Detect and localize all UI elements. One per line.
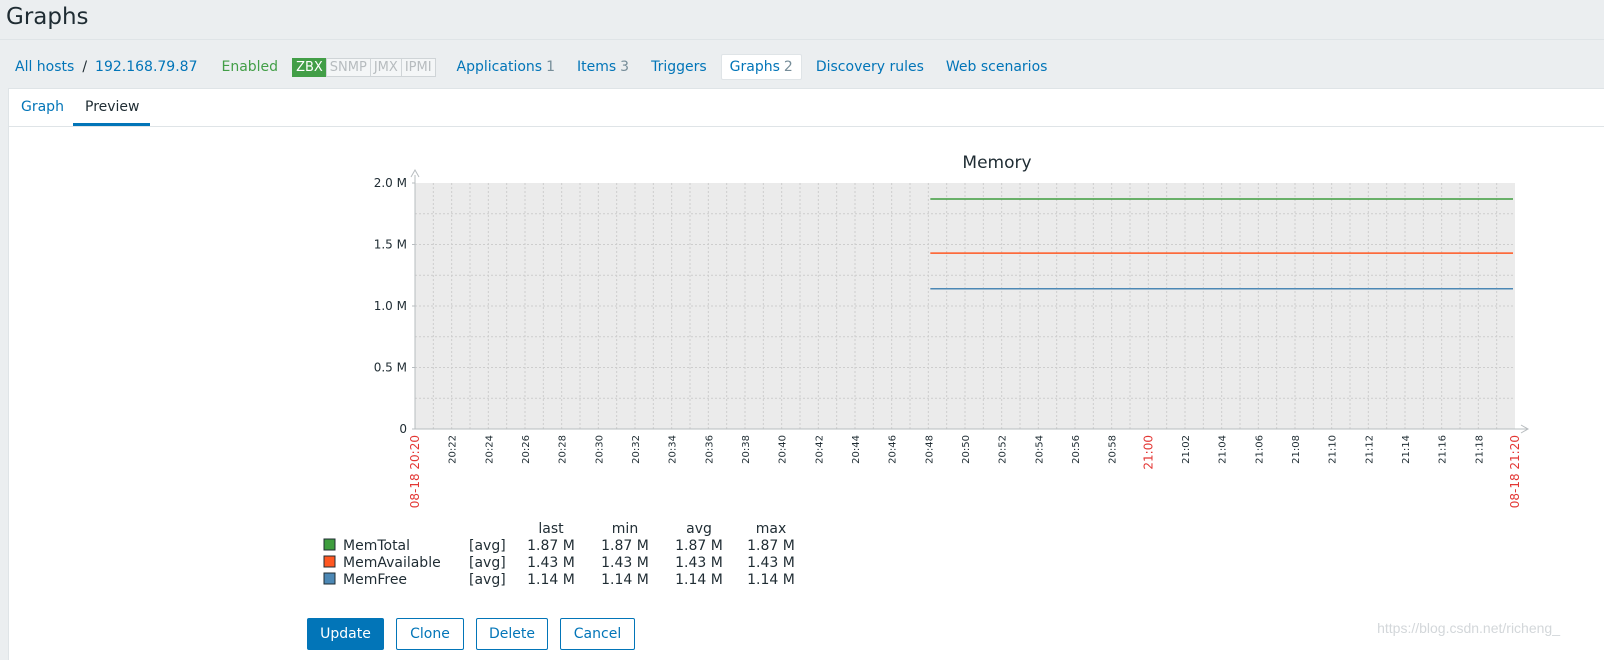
x-tick-label: 20:56 [1071,435,1082,464]
legend-value-last: 1.43 M [527,555,575,571]
legend-value-avg: 1.87 M [675,538,723,554]
legend-header-max: max [756,521,787,537]
legend-value-min: 1.87 M [601,538,649,554]
x-tick-label: 20:50 [961,435,972,464]
x-tick-label: 20:52 [998,435,1009,464]
host-navigation: All hosts / 192.168.79.87 Enabled ZBX SN… [15,54,1047,80]
jmx-availability-badge: JMX [369,57,402,77]
y-tick-label: 2.0 M [374,176,407,190]
legend-series-name: MemFree [343,572,407,588]
legend-series-name: MemTotal [343,538,410,554]
x-tick-label: 21:08 [1291,435,1302,464]
x-tick-label: 21:00 [1141,435,1155,470]
legend-value-avg: 1.43 M [675,555,723,571]
x-tick-label: 20:48 [924,435,935,464]
legend-value-avg: 1.14 M [675,572,723,588]
nav-web-scenarios[interactable]: Web scenarios [946,54,1048,80]
x-tick-label: 21:10 [1328,435,1339,464]
breadcrumb-host[interactable]: 192.168.79.87 [95,59,197,75]
y-tick-label: 0 [399,422,407,436]
breadcrumb-all-hosts[interactable]: All hosts [15,59,74,75]
x-tick-label: 08-18 20:20 [408,435,422,508]
legend-value-min: 1.14 M [601,572,649,588]
nav-triggers[interactable]: Triggers [651,54,707,80]
legend-value-last: 1.14 M [527,572,575,588]
y-tick-label: 1.0 M [374,299,407,313]
page-title: Graphs [6,4,89,30]
cancel-button[interactable]: Cancel [560,618,635,650]
legend-series-func: [avg] [469,572,506,588]
legend-series-func: [avg] [469,555,506,571]
x-tick-label: 20:44 [851,435,862,464]
nav-discovery-rules-label: Discovery rules [815,59,924,75]
x-tick-label: 20:58 [1108,435,1119,464]
legend-header-last: last [538,521,564,537]
host-status[interactable]: Enabled [221,59,278,75]
update-button[interactable]: Update [307,618,384,650]
nav-items-count: 3 [620,59,630,75]
x-tick-label: 20:28 [558,435,569,464]
x-tick-label: 21:12 [1364,435,1375,464]
x-tick-label: 21:06 [1254,435,1265,464]
nav-applications-label: Applications [456,59,543,75]
legend-value-min: 1.43 M [601,555,649,571]
legend-header-min: min [612,521,638,537]
x-tick-label: 20:32 [631,435,642,464]
x-tick-label: 21:02 [1181,435,1192,464]
snmp-availability-badge: SNMP [325,57,371,77]
memory-graph: Memory 0 0.5 M 1.0 M 1.5 M 2.0 M 08-18 20:20 20… [323,153,1530,588]
x-tick-label: 20:54 [1034,435,1045,464]
x-tick-label: 20:36 [704,435,715,464]
watermark: https://blog.csdn.net/richeng_ [1377,620,1560,636]
nav-web-scenarios-label: Web scenarios [945,59,1048,75]
nav-items-label: Items [577,59,617,75]
x-tick-label: 20:42 [814,435,825,464]
nav-discovery-rules[interactable]: Discovery rules [816,54,924,80]
legend-value-max: 1.87 M [747,538,795,554]
x-tick-label: 20:38 [741,435,752,464]
graph-form-panel: Graph Preview Memory 0 0.5 M 1.0 M 1.5 M 2.0 … [8,88,1604,660]
title-divider [0,39,1604,40]
x-tick-label: 20:30 [594,435,605,464]
x-tick-label: 20:46 [888,435,899,464]
clone-button[interactable]: Clone [396,618,464,650]
nav-applications-count: 1 [546,59,555,75]
breadcrumb-separator: / [82,59,88,75]
delete-button[interactable]: Delete [476,618,548,650]
x-tick-label: 08-18 21:20 [1508,435,1522,508]
x-tick-label: 21:04 [1218,435,1229,464]
tab-graph[interactable]: Graph [21,99,64,115]
nav-graphs[interactable]: Graphs 2 [720,54,802,80]
legend-value-last: 1.87 M [527,538,575,554]
x-tick-label: 20:24 [484,435,495,464]
form-tabs: Graph Preview [9,89,1604,127]
tab-preview[interactable]: Preview [85,99,140,115]
legend-value-max: 1.43 M [747,555,795,571]
nav-graphs-label: Graphs [729,59,780,75]
x-tick-label: 20:22 [448,435,459,464]
nav-graphs-count: 2 [783,59,793,75]
legend-series-name: MemAvailable [343,555,441,571]
legend-swatch [323,538,336,551]
y-tick-label: 1.5 M [374,238,407,252]
legend-swatch [323,572,336,585]
legend-value-max: 1.14 M [747,572,795,588]
zbx-availability-badge: ZBX [292,57,327,77]
x-tick-label: 20:26 [521,435,532,464]
nav-items[interactable]: Items 3 [577,54,629,80]
chart-title: Memory [962,153,1031,173]
x-tick-label: 20:40 [778,435,789,464]
x-tick-label: 21:18 [1474,435,1485,464]
nav-applications[interactable]: Applications 1 [457,54,555,80]
ipmi-availability-badge: IPMI [400,57,436,77]
legend-header-avg: avg [686,521,712,537]
legend-series-func: [avg] [469,538,506,554]
legend-swatch [323,555,336,568]
y-tick-label: 0.5 M [374,361,407,375]
active-tab-indicator [73,123,150,126]
x-tick-label: 21:14 [1401,435,1412,464]
x-tick-label: 21:16 [1438,435,1449,464]
nav-triggers-label: Triggers [651,59,707,75]
x-tick-label: 20:34 [668,435,679,464]
